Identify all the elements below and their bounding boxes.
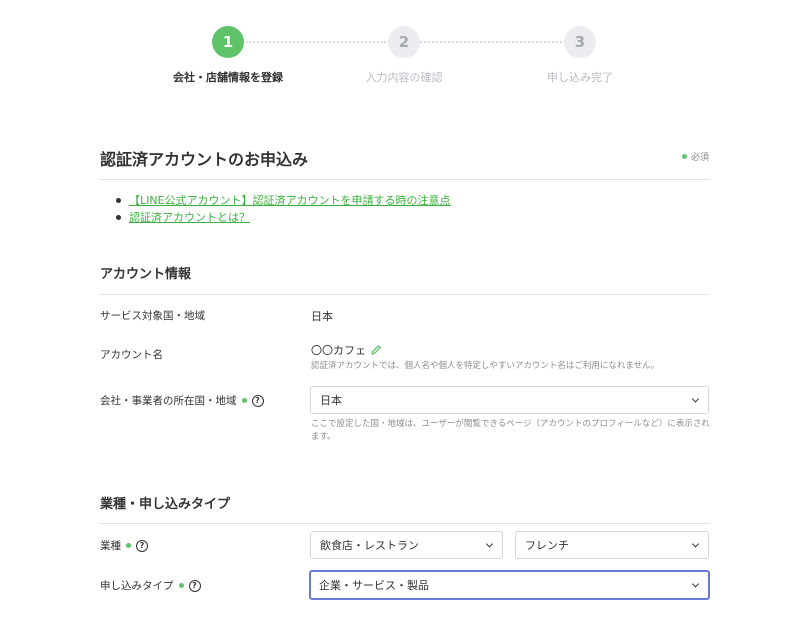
help-icon[interactable]: ?	[251, 394, 264, 407]
industry-section-title: 業種・申し込みタイプ	[100, 497, 231, 512]
progress-stepper: 1 2 3 会社・店舗情報を登録 入力内容の確認 申し込み完了	[0, 26, 800, 96]
pencil-icon[interactable]	[370, 344, 382, 356]
application-type-select-value: 企業・サービス・製品	[319, 579, 429, 592]
step-3-label: 申し込み完了	[547, 71, 613, 84]
required-dot-icon	[178, 583, 184, 588]
company-country-hint-line1: ここで設定した国・地域は、ユーザーが閲覧できるページ（アカウントのプロフィールな…	[311, 419, 710, 429]
industry-category-select-value: 飲食店・レストラン	[320, 539, 419, 552]
help-links: 【LINE公式アカウント】認証済アカウントを申請する時の注意点 認証済アカウント…	[116, 192, 451, 226]
company-country-select[interactable]: 日本	[310, 386, 709, 414]
company-country-label: 会社・事業者の所在国・地域 ?	[100, 393, 264, 408]
company-country-label-text: 会社・事業者の所在国・地域	[100, 395, 237, 407]
service-country-label: サービス対象国・地域	[100, 308, 205, 323]
account-name-label: アカウント名	[100, 347, 163, 362]
company-country-hint-line2: ます。	[311, 432, 336, 442]
required-dot-icon	[241, 398, 247, 403]
required-legend: 必須	[681, 150, 709, 163]
industry-label: 業種 ?	[100, 538, 148, 553]
help-icon[interactable]: ?	[188, 579, 201, 592]
application-type-label-text: 申し込みタイプ	[100, 580, 174, 592]
account-name-value: 〇〇カフェ	[311, 342, 382, 358]
required-dot-icon	[126, 543, 131, 548]
chevron-down-icon	[691, 580, 700, 588]
divider	[100, 294, 709, 295]
divider	[100, 523, 709, 524]
industry-subcategory-select[interactable]: フレンチ	[515, 531, 709, 559]
page-title: 認証済アカウントのお申込み	[100, 150, 309, 169]
step-connector	[420, 41, 562, 43]
chevron-down-icon	[691, 540, 700, 548]
step-1-circle: 1	[212, 26, 244, 58]
step-2-label: 入力内容の確認	[365, 71, 443, 84]
list-item: 認証済アカウントとは？	[116, 209, 451, 226]
industry-label-text: 業種	[100, 540, 121, 552]
industry-subcategory-select-value: フレンチ	[525, 539, 569, 552]
help-icon[interactable]: ?	[136, 539, 148, 552]
industry-category-select[interactable]: 飲食店・レストラン	[310, 531, 503, 559]
chevron-down-icon	[485, 540, 494, 548]
required-dot-icon	[681, 154, 687, 159]
step-3-circle: 3	[564, 26, 596, 58]
account-section-title: アカウント情報	[100, 267, 192, 282]
step-connector	[246, 41, 386, 43]
list-item: 【LINE公式アカウント】認証済アカウントを申請する時の注意点	[116, 192, 451, 209]
application-type-select[interactable]: 企業・サービス・製品	[309, 570, 710, 600]
about-verified-link[interactable]: 認証済アカウントとは？	[129, 211, 250, 224]
service-country-label-text: サービス対象国・地域	[100, 310, 205, 322]
notice-link[interactable]: 【LINE公式アカウント】認証済アカウントを申請する時の注意点	[129, 194, 451, 207]
chevron-down-icon	[691, 395, 700, 403]
step-1-label: 会社・店舗情報を登録	[173, 71, 283, 84]
account-name-label-text: アカウント名	[100, 349, 163, 361]
company-country-hint: ここで設定した国・地域は、ユーザーが閲覧できるページ（アカウントのプロフィールな…	[311, 418, 711, 444]
required-legend-label: 必須	[690, 153, 709, 163]
company-country-select-value: 日本	[320, 394, 342, 407]
service-country-value: 日本	[311, 310, 333, 323]
account-name-text: 〇〇カフェ	[311, 344, 366, 357]
account-name-hint: 認証済アカウントでは、個人名や個人を特定しやすいアカウント名はご利用になれません…	[311, 361, 660, 371]
step-2-circle: 2	[388, 26, 420, 58]
application-type-label: 申し込みタイプ ?	[100, 578, 201, 593]
divider	[100, 179, 709, 180]
